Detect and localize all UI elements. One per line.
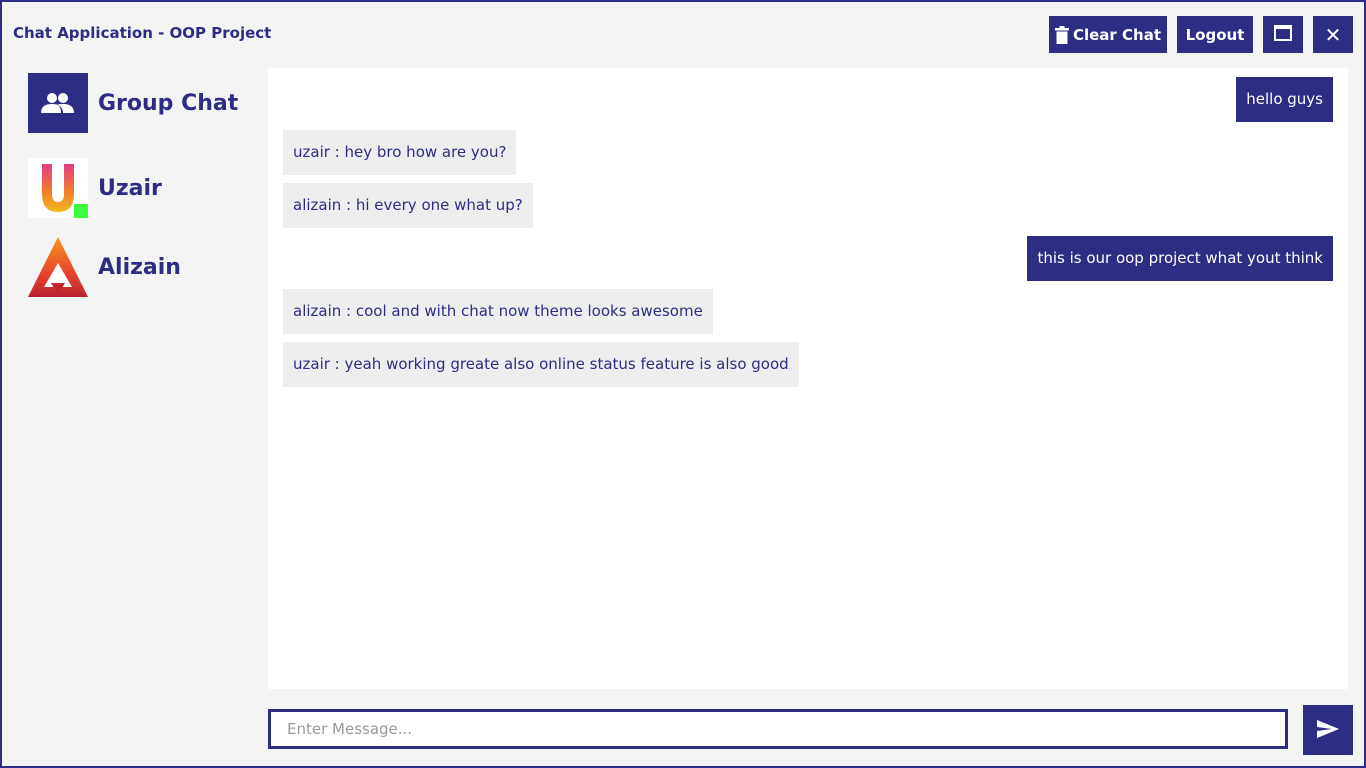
message-bubble-sent: this is our oop project what yout think <box>1027 236 1333 281</box>
message-row: alizain : cool and with chat now theme l… <box>283 289 1333 334</box>
message-row: uzair : hey bro how are you? <box>283 130 1333 175</box>
maximize-icon <box>1274 24 1292 45</box>
logout-button[interactable]: Logout <box>1177 16 1253 53</box>
uzair-avatar <box>28 158 88 218</box>
message-row: hello guys <box>283 77 1333 122</box>
message-bubble-received: alizain : hi every one what up? <box>283 183 533 228</box>
message-input[interactable] <box>268 709 1288 749</box>
trash-icon <box>1054 25 1069 44</box>
logout-label: Logout <box>1185 25 1245 44</box>
message-bubble-received: alizain : cool and with chat now theme l… <box>283 289 713 334</box>
sidebar-item-label: Alizain <box>98 254 181 280</box>
chat-messages-panel[interactable]: hello guys uzair : hey bro how are you? … <box>268 68 1348 689</box>
close-icon: ✕ <box>1324 22 1342 47</box>
sidebar-item-group-chat[interactable]: Group Chat <box>28 73 238 133</box>
window-title: Chat Application - OOP Project <box>13 24 272 42</box>
app-window: Chat Application - OOP Project Clear Cha… <box>0 0 1366 768</box>
clear-chat-button[interactable]: Clear Chat <box>1049 16 1167 53</box>
message-bubble-received: uzair : yeah working greate also online … <box>283 342 799 387</box>
message-row: this is our oop project what yout think <box>283 236 1333 281</box>
sidebar-item-label: Uzair <box>98 175 162 201</box>
maximize-button[interactable] <box>1263 16 1303 53</box>
send-button[interactable] <box>1303 705 1353 755</box>
message-row: uzair : yeah working greate also online … <box>283 342 1333 387</box>
sidebar-item-uzair[interactable]: Uzair <box>28 158 162 218</box>
send-icon <box>1316 719 1340 742</box>
message-bubble-sent: hello guys <box>1236 77 1333 122</box>
alizain-avatar <box>28 237 88 297</box>
close-button[interactable]: ✕ <box>1313 16 1353 53</box>
sidebar-item-label: Group Chat <box>98 90 239 116</box>
online-status-indicator <box>74 204 88 218</box>
message-row: alizain : hi every one what up? <box>283 183 1333 228</box>
message-bubble-received: uzair : hey bro how are you? <box>283 130 517 175</box>
clear-chat-label: Clear Chat <box>1072 25 1162 44</box>
sidebar-item-alizain[interactable]: Alizain <box>28 237 181 297</box>
group-icon <box>28 73 88 133</box>
